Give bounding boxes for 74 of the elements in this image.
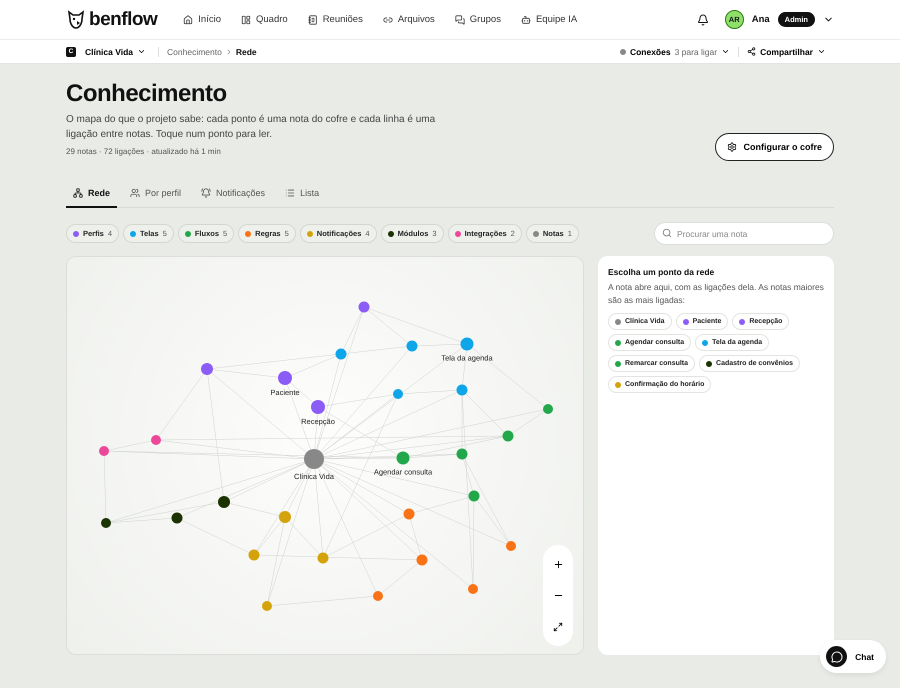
graph-node[interactable] [262,601,272,611]
network-icon [73,188,83,198]
graph-node[interactable] [396,452,410,464]
graph-node[interactable] [460,338,474,350]
users-icon [130,188,140,198]
nav-link[interactable]: Reuniões [308,14,363,25]
notification-bell-icon[interactable] [696,14,709,26]
graph-node[interactable] [318,552,328,564]
link-icon [382,14,393,24]
graph-node[interactable] [172,512,182,524]
nav-link[interactable]: Equipe IA [520,14,578,25]
graph-node[interactable] [456,448,468,460]
tab[interactable]: Notificações [194,180,272,208]
breadcrumb-link[interactable]: Rede [236,46,257,56]
page-title: Conhecimento [66,80,228,108]
graph-node[interactable] [151,435,161,445]
graph-node[interactable] [304,449,324,469]
brand-name: benflow [89,8,158,30]
graph-node[interactable] [373,591,383,601]
graph-node[interactable] [502,430,514,442]
chat-bubbles-icon [454,14,465,24]
bell-icon [201,188,212,198]
graph-node[interactable] [279,511,291,523]
robot-icon [520,14,531,24]
breadcrumb-link[interactable]: Conhecimento [167,46,222,56]
panel-title: Escolha um ponto da rede [608,267,716,277]
status-dot [620,48,626,54]
page-meta: 29 notas · 72 ligações · atualizado há 1 min [66,147,222,156]
chevron-down-icon [817,47,826,56]
graph-node[interactable] [506,541,516,551]
graph-node[interactable] [543,404,553,414]
tab[interactable]: Por perfil [123,180,188,208]
share-icon [747,47,756,56]
connections-dropdown[interactable]: Conexões 3 para ligar [612,46,738,56]
chevron-down-icon [137,47,146,56]
nav-link[interactable]: Quadro [241,14,288,25]
chat-button[interactable]: Chat [820,640,886,673]
graph-node[interactable] [406,340,418,352]
graph-node[interactable] [101,518,111,528]
graph-node[interactable] [404,508,414,520]
graph-node[interactable] [468,490,480,502]
user-name: Ana [752,14,770,25]
tab[interactable]: Lista [278,180,326,208]
graph-node[interactable] [278,371,292,385]
share-button[interactable]: Compartilhar [738,46,834,56]
chevron-down-icon [721,47,730,56]
tab[interactable]: Rede [66,180,118,208]
page-description: O mapa do que o projeto sabe: cada ponto é uma nota do cofre e cada linha é uma ligação entre notas. Toque num ponto para ler. [66,113,436,142]
settings-icon [727,142,738,152]
plus-icon [552,559,564,570]
notebook-icon [308,14,318,24]
graph-node[interactable] [248,550,260,560]
graph-node[interactable] [358,302,370,312]
nav-link[interactable]: Início [183,14,221,25]
expand-icon [553,622,563,632]
graph-node[interactable] [336,348,346,360]
list-icon [285,188,296,198]
graph-node[interactable] [99,446,109,456]
graph-node[interactable] [218,496,230,508]
nav-link[interactable]: Arquivos [382,14,435,25]
speech-bubble-icon [830,650,843,662]
graph-node[interactable] [416,554,428,566]
panel-text: A nota abre aqui, com as ligações dela. As notas maiores são as mais ligadas: [608,281,824,307]
nav-link[interactable]: Grupos [454,14,501,25]
graph-node[interactable] [311,400,325,414]
graph-node[interactable] [468,584,478,594]
graph-node[interactable] [456,384,468,396]
dog-logo-icon [66,10,86,30]
graph-node[interactable] [201,363,213,375]
configure-button[interactable]: Configurar o cofre [715,133,834,161]
home-icon [183,14,194,24]
graph-node[interactable] [393,389,403,399]
search-field[interactable]: Procurar uma nota [654,222,834,245]
board-icon [241,14,251,24]
